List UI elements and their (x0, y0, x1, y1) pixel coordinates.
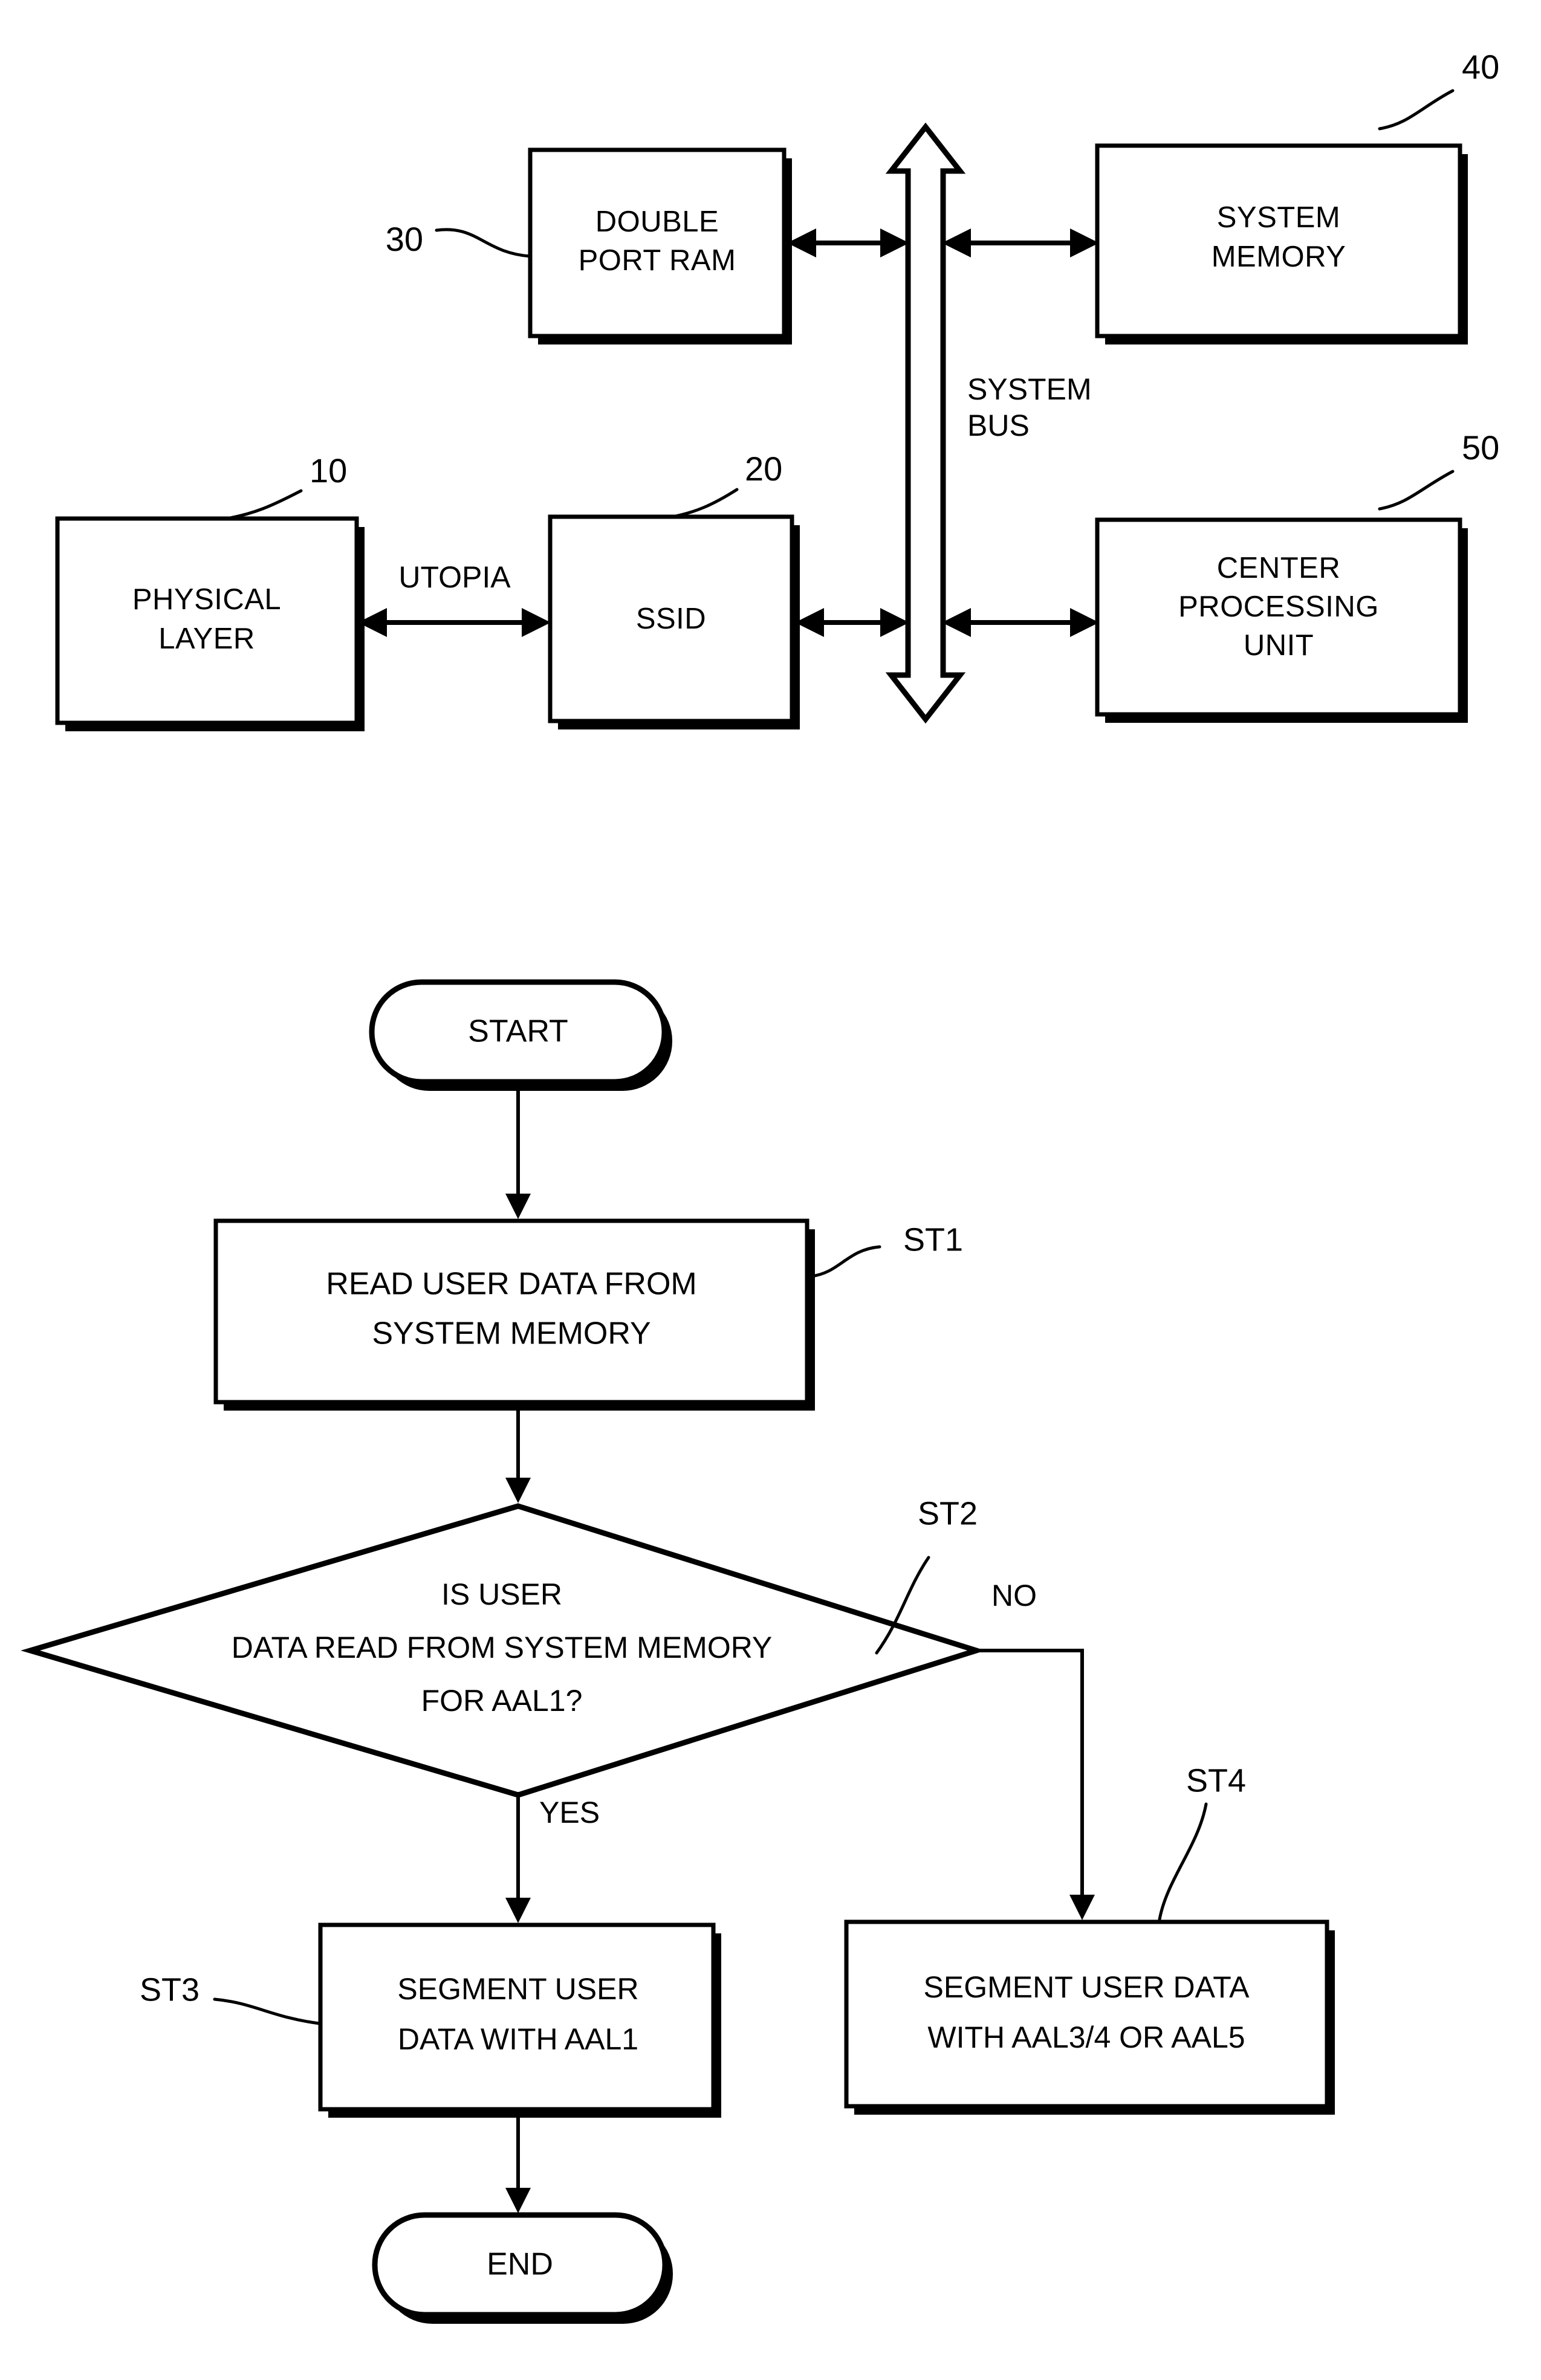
flow-node-st2-label-line3: FOR AAL1? (421, 1684, 583, 1718)
step-label-st2-text: ST2 (918, 1495, 978, 1531)
ref-numeral-40: 40 (1378, 48, 1499, 131)
step-label-st4: ST4 (1158, 1762, 1246, 1921)
block-double-port-ram: DOUBLE PORT RAM (528, 147, 792, 344)
flow-node-st2: IS USER DATA READ FROM SYSTEM MEMORY FOR… (21, 1503, 985, 1798)
flow-node-st3-label-line2: DATA WITH AAL1 (398, 2022, 638, 2056)
branch-label-no: NO (991, 1579, 1037, 1612)
ref-numeral-30-text: 30 (386, 220, 423, 258)
block-cpu-label-line1: CENTER (1217, 552, 1340, 584)
step-label-st4-leader (1158, 1802, 1208, 1921)
flow-node-st4-label-line1: SEGMENT USER DATA (924, 1970, 1250, 2004)
block-system-memory-label-line1: SYSTEM (1217, 201, 1340, 234)
ref-numeral-20: 20 (668, 450, 782, 519)
system-bus-arrow (885, 122, 966, 724)
flow-node-end-label: END (487, 2247, 553, 2282)
flow-node-start: START (369, 979, 672, 1091)
block-physical-layer-label-line2: LAYER (158, 622, 255, 655)
block-double-port-ram-label-line1: DOUBLE (595, 205, 719, 238)
ref-numeral-40-text: 40 (1462, 48, 1499, 86)
utopia-label: UTOPIA (398, 560, 511, 594)
step-label-st1-text: ST1 (903, 1221, 963, 1258)
block-double-port-ram-label-line2: PORT RAM (579, 244, 736, 277)
figure-canvas: DOUBLE PORT RAM 30 SYSTEM MEMORY 40 PHYS… (21, 48, 1499, 2324)
flow-node-st1-label-line1: READ USER DATA FROM (326, 1267, 696, 1302)
figure-2-flowchart: START READ USER DATA FROM SYSTEM MEMORY … (21, 979, 1335, 2324)
flow-node-st3: SEGMENT USER DATA WITH AAL1 (318, 1922, 721, 2118)
block-cpu-label-line2: PROCESSING (1178, 590, 1379, 623)
step-label-st2: ST2 (875, 1495, 978, 1655)
system-bus-label: SYSTEM BUS (967, 372, 1092, 442)
ref-numeral-10-leader (225, 489, 303, 520)
flow-node-start-label: START (468, 1014, 568, 1049)
block-ssid: SSID (548, 514, 800, 729)
block-system-memory: SYSTEM MEMORY (1095, 143, 1468, 344)
step-label-st1-leader (809, 1245, 881, 1278)
flow-node-st2-label-line1: IS USER (441, 1577, 562, 1611)
block-system-memory-label-line2: MEMORY (1212, 241, 1346, 273)
block-physical-layer: PHYSICAL LAYER (55, 516, 365, 731)
figure-1-block-diagram: DOUBLE PORT RAM 30 SYSTEM MEMORY 40 PHYS… (55, 48, 1499, 731)
flow-node-st4: SEGMENT USER DATA WITH AAL3/4 OR AAL5 (844, 1919, 1335, 2115)
ref-numeral-30: 30 (386, 220, 532, 258)
step-label-st4-text: ST4 (1186, 1762, 1246, 1799)
step-label-st3: ST3 (140, 1971, 321, 2025)
branch-label-yes: YES (539, 1796, 600, 1829)
flow-node-st4-label-line2: WITH AAL3/4 OR AAL5 (927, 2020, 1245, 2054)
flow-node-st2-label-line2: DATA READ FROM SYSTEM MEMORY (232, 1631, 773, 1664)
block-cpu-label-line3: UNIT (1244, 629, 1314, 662)
ref-numeral-40-leader (1378, 89, 1455, 131)
ref-numeral-10: 10 (225, 451, 347, 520)
step-label-st1: ST1 (809, 1221, 963, 1278)
block-center-processing-unit: CENTER PROCESSING UNIT (1095, 517, 1468, 723)
ref-numeral-50: 50 (1378, 428, 1499, 511)
flow-node-st3-label-line1: SEGMENT USER (397, 1972, 638, 2006)
flow-node-end: END (372, 2212, 673, 2324)
ref-numeral-50-text: 50 (1462, 428, 1499, 467)
ref-numeral-20-text: 20 (745, 450, 782, 488)
block-ssid-label-line1: SSID (636, 603, 706, 635)
ref-numeral-30-leader (435, 228, 532, 258)
flow-node-st1: READ USER DATA FROM SYSTEM MEMORY (213, 1218, 815, 1411)
step-label-st3-leader (213, 1997, 321, 2025)
system-bus-label-line1: SYSTEM (967, 372, 1092, 406)
flow-node-st1-label-line2: SYSTEM MEMORY (372, 1316, 650, 1351)
ref-numeral-10-text: 10 (310, 451, 347, 490)
flow-edge-no-to-st4 (976, 1649, 1095, 1920)
patent-figure-page: DOUBLE PORT RAM 30 SYSTEM MEMORY 40 PHYS… (0, 0, 1541, 2380)
system-bus-label-line2: BUS (967, 409, 1030, 442)
ref-numeral-20-leader (668, 488, 739, 519)
block-physical-layer-label-line1: PHYSICAL (132, 583, 281, 616)
ref-numeral-50-leader (1378, 470, 1455, 511)
step-label-st3-text: ST3 (140, 1971, 200, 2008)
